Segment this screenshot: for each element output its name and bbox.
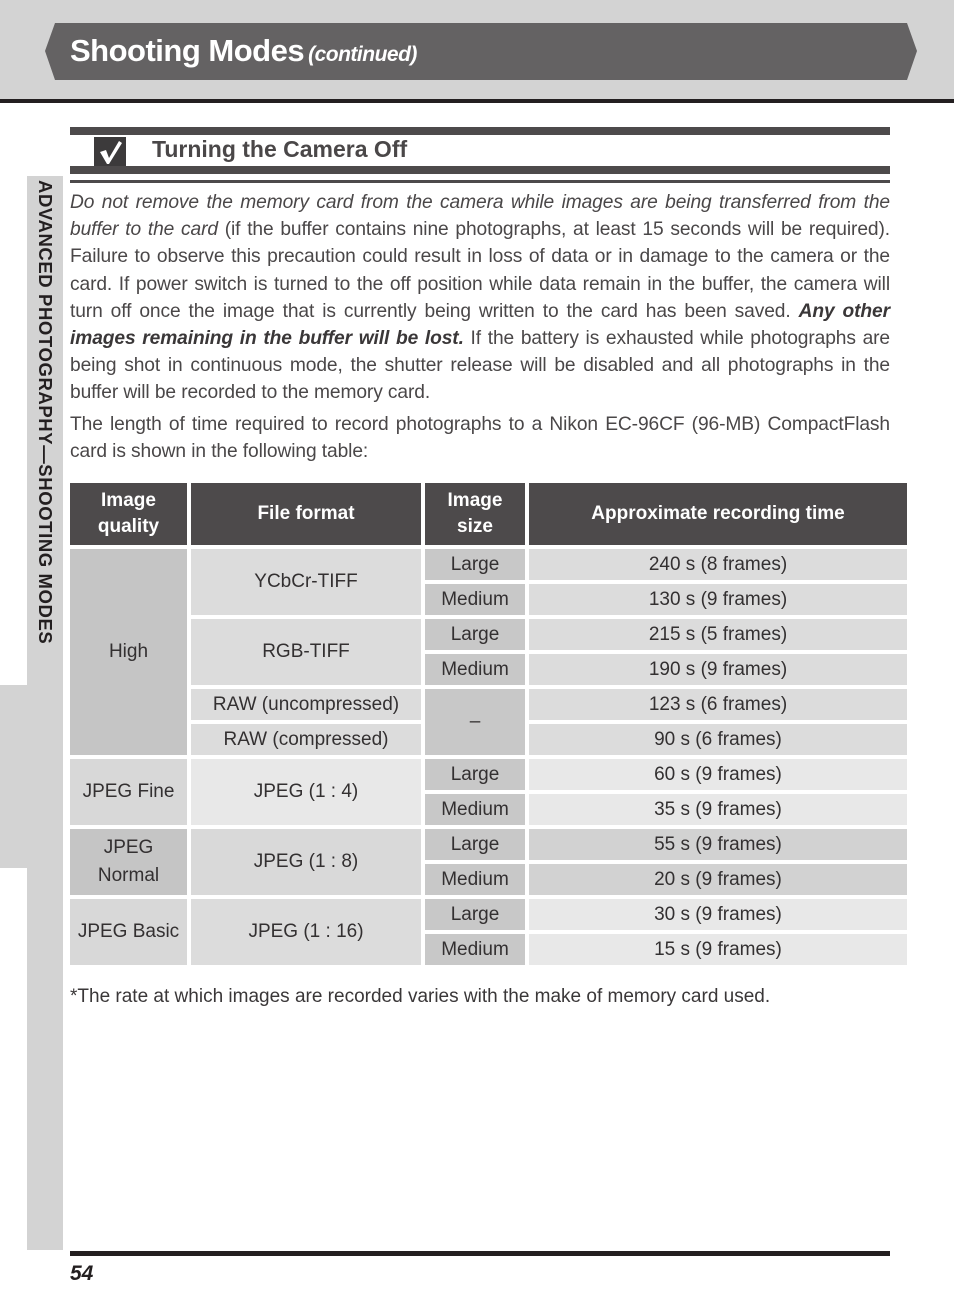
- format-cell: YCbCr-TIFF: [191, 549, 421, 615]
- table-intro-paragraph: The length of time required to record ph…: [70, 414, 890, 463]
- table-footnote: *The rate at which images are recorded v…: [70, 986, 771, 1007]
- recording-time-table: Image quality File format Image size App…: [66, 479, 911, 969]
- time-cell: 240 s (8 frames): [529, 549, 907, 580]
- time-cell: 123 s (6 frames): [529, 689, 907, 720]
- time-cell: 20 s (9 frames): [529, 864, 907, 895]
- time-cell: 30 s (9 frames): [529, 899, 907, 930]
- size-cell: Medium: [425, 864, 525, 895]
- header-recording-time: Approximate recording time: [529, 483, 907, 545]
- format-cell: RGB-TIFF: [191, 619, 421, 685]
- size-cell: Large: [425, 899, 525, 930]
- header-image-quality: Image quality: [70, 483, 187, 545]
- size-cell: Medium: [425, 584, 525, 615]
- table-row: High YCbCr-TIFF Large 240 s (8 frames): [70, 549, 907, 755]
- table-header-row: Image quality File format Image size App…: [70, 483, 907, 545]
- footer-rule: [70, 1251, 890, 1256]
- page-title: Shooting Modes (continued): [70, 26, 417, 76]
- table-row: JPEG Normal JPEG (1 : 8) Large 55 s (9 f…: [70, 829, 907, 895]
- checkmark-icon: [94, 137, 126, 167]
- time-cell: 190 s (9 frames): [529, 654, 907, 685]
- side-tab-label: ADVANCED PHOTOGRAPHY—SHOOTING MODES: [35, 180, 56, 645]
- size-cell: Large: [425, 829, 525, 860]
- size-cell: Large: [425, 619, 525, 650]
- table-row: JPEG Basic JPEG (1 : 16) Large 30 s (9 f…: [70, 899, 907, 965]
- size-cell: Medium: [425, 794, 525, 825]
- section-title: Turning the Camera Off: [152, 136, 408, 162]
- table-row: RAW (uncompressed) – 123 s (6 frames): [70, 689, 907, 755]
- table-row: RGB-TIFF Large 215 s (5 frames): [70, 619, 907, 685]
- format-cell: JPEG (1 : 4): [191, 759, 421, 825]
- size-cell: Medium: [425, 934, 525, 965]
- size-cell: –: [425, 689, 525, 755]
- time-cell: 130 s (9 frames): [529, 584, 907, 615]
- quality-cell: JPEG Fine: [70, 759, 187, 825]
- section-rule-bottom: [70, 180, 890, 183]
- format-cell: JPEG (1 : 8): [191, 829, 421, 895]
- size-cell: Large: [425, 549, 525, 580]
- section-rule-mid: [70, 166, 890, 174]
- header-rule: [0, 99, 954, 103]
- time-cell: 15 s (9 frames): [529, 934, 907, 965]
- quality-cell: High: [70, 549, 187, 755]
- table-row: JPEG Fine JPEG (1 : 4) Large 60 s (9 fra…: [70, 759, 907, 825]
- format-cell: RAW (compressed): [191, 724, 421, 755]
- page-number: 54: [70, 1262, 94, 1285]
- time-cell: 215 s (5 frames): [529, 619, 907, 650]
- page-title-main: Shooting Modes: [70, 33, 305, 68]
- quality-cell: JPEG Normal: [70, 829, 187, 895]
- time-cell: 35 s (9 frames): [529, 794, 907, 825]
- header-file-format: File format: [191, 483, 421, 545]
- format-cell: JPEG (1 : 16): [191, 899, 421, 965]
- time-cell: 55 s (9 frames): [529, 829, 907, 860]
- page-title-suffix: (continued): [308, 43, 417, 66]
- size-cell: Large: [425, 759, 525, 790]
- time-cell: 90 s (6 frames): [529, 724, 907, 755]
- header-image-size: Image size: [425, 483, 525, 545]
- time-cell: 60 s (9 frames): [529, 759, 907, 790]
- size-cell: Medium: [425, 654, 525, 685]
- format-cell: RAW (uncompressed): [191, 689, 421, 720]
- quality-cell: JPEG Basic: [70, 899, 187, 965]
- warning-paragraph: Do not remove the memory card from the c…: [70, 189, 890, 407]
